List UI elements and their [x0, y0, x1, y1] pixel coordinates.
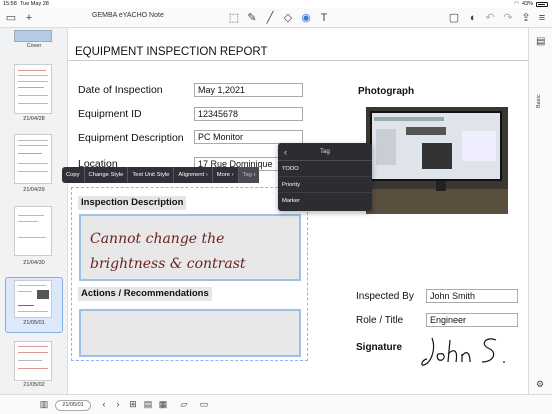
- status-bar: 15:58 Tue May 28 ◠ 43%: [0, 0, 552, 8]
- more-icon[interactable]: ≡: [534, 10, 550, 26]
- share-icon[interactable]: ⇪: [518, 10, 534, 26]
- shape-icon[interactable]: ▢: [446, 10, 462, 26]
- page-label: 21/04/28: [23, 116, 45, 122]
- battery-icon: [536, 1, 548, 7]
- alignment-button[interactable]: Alignment ›: [174, 167, 213, 183]
- panel-toggle-icon[interactable]: ▤: [536, 36, 545, 47]
- field-label-description: Equipment Description: [78, 132, 184, 144]
- signature-drawing: [421, 337, 505, 366]
- mic-icon[interactable]: ◖: [464, 10, 480, 26]
- tag-popup-header: ‹ Tag: [278, 143, 372, 161]
- actions-recommendations-header: Actions / Recommendations: [78, 287, 212, 301]
- redo-icon[interactable]: ↷: [500, 10, 516, 26]
- tag-option-priority[interactable]: Priority: [278, 177, 372, 193]
- tag-popup: ‹ Tag TODO Priority Marker: [278, 143, 372, 211]
- more-button[interactable]: More ›: [213, 167, 239, 183]
- battery-percent: 43%: [521, 1, 533, 7]
- wifi-icon: ◠: [514, 1, 519, 7]
- tag-popup-title: Tag: [320, 149, 330, 155]
- eraser-shape-icon[interactable]: ⏥: [178, 399, 190, 410]
- back-chevron-icon[interactable]: ‹: [284, 143, 287, 161]
- page-label: Cover: [26, 43, 42, 49]
- app-title: GEMBA eYACHO Note: [92, 12, 164, 19]
- handwriting-line: brightness & contrast: [90, 256, 246, 272]
- eraser-icon[interactable]: ◇: [280, 10, 296, 26]
- tag-label: Tag: [242, 172, 252, 178]
- inspection-description-header: Inspection Description: [78, 196, 187, 210]
- stamp-icon[interactable]: ◉: [298, 10, 314, 26]
- field-label-date: Date of Inspection: [78, 84, 163, 96]
- photograph-label: Photograph: [358, 86, 415, 97]
- tag-option-marker[interactable]: Marker: [278, 193, 372, 209]
- context-menu-bar: Copy Change Style Text Unit Style Alignm…: [62, 167, 260, 183]
- equipment-description-field[interactable]: PC Monitor: [194, 130, 303, 144]
- actions-recommendations-box[interactable]: [79, 309, 301, 357]
- grid-view-icon[interactable]: ▦: [157, 399, 169, 410]
- add-page-icon[interactable]: ⊞: [127, 399, 139, 410]
- text-unit-style-button[interactable]: Text Unit Style: [128, 167, 175, 183]
- alignment-label: Alignment: [178, 172, 205, 178]
- previous-page-icon[interactable]: ‹: [98, 399, 110, 409]
- date-field[interactable]: May 1,2021: [194, 83, 303, 97]
- field-label-equipment-id: Equipment ID: [78, 108, 142, 120]
- status-right: ◠ 43%: [514, 0, 548, 8]
- page-label: 21/04/29: [23, 187, 45, 193]
- page-list-icon[interactable]: ▤: [142, 399, 154, 410]
- page-thumb[interactable]: [14, 64, 52, 114]
- tag-button[interactable]: Tag ›: [238, 167, 260, 183]
- inspected-by-field[interactable]: John Smith: [426, 289, 518, 303]
- right-panel-rail: ▤ Basic ⚙: [528, 28, 552, 394]
- top-toolbar: ▭ + GEMBA eYACHO Note ⬚ ✎ ╱ ◇ ◉ T ▢ ◖ ↶ …: [0, 8, 552, 28]
- inspected-by-label: Inspected By: [356, 291, 414, 302]
- bottom-bar: ▥ 21/05/01 ‹ › ⊞ ▤ ▦ ⏥ ▭: [0, 394, 552, 414]
- role-title-field[interactable]: Engineer: [426, 313, 518, 327]
- page-label: 21/05/01: [23, 320, 45, 326]
- undo-icon[interactable]: ↶: [482, 10, 498, 26]
- text-icon[interactable]: T: [316, 10, 332, 26]
- page-thumb[interactable]: [14, 206, 52, 256]
- signature-image[interactable]: [418, 332, 518, 372]
- page-thumb-cover[interactable]: [14, 30, 52, 42]
- document-title: EQUIPMENT INSPECTION REPORT: [75, 46, 268, 58]
- equipment-photo[interactable]: [366, 107, 508, 214]
- title-divider: [68, 60, 528, 61]
- basic-tab[interactable]: Basic: [536, 95, 542, 108]
- page-label: 21/05/02: [23, 382, 45, 388]
- status-date: Tue May 28: [20, 1, 49, 7]
- role-title-label: Role / Title: [356, 315, 404, 326]
- page-thumb-selected[interactable]: [14, 280, 52, 318]
- tag-option-todo[interactable]: TODO: [278, 161, 372, 177]
- change-style-button[interactable]: Change Style: [85, 167, 129, 183]
- status-time: 15:58: [3, 1, 17, 7]
- equipment-id-field[interactable]: 12345678: [194, 107, 303, 121]
- page-thumb[interactable]: [14, 341, 52, 381]
- handwriting-line: Cannot change the: [90, 231, 225, 247]
- pen-icon[interactable]: ✎: [244, 10, 260, 26]
- next-page-icon[interactable]: ›: [112, 399, 124, 409]
- document-page[interactable]: EQUIPMENT INSPECTION REPORT Date of Insp…: [68, 28, 528, 394]
- page-sidebar: Cover 21/04/28 21/04/29 21/04/30 21/05/0…: [0, 28, 68, 394]
- inspection-description-box[interactable]: Cannot change the brightness & contrast: [79, 214, 301, 281]
- frame-icon[interactable]: ▭: [198, 399, 210, 410]
- signature-label: Signature: [356, 342, 403, 353]
- settings-icon[interactable]: ⚙: [536, 379, 544, 390]
- marker-icon[interactable]: ╱: [262, 10, 278, 26]
- page-thumb[interactable]: [14, 134, 52, 184]
- book-icon[interactable]: ▥: [38, 399, 50, 410]
- plus-icon[interactable]: +: [21, 10, 37, 26]
- copy-button[interactable]: Copy: [62, 167, 85, 183]
- page-selector[interactable]: 21/05/01: [55, 400, 91, 411]
- lasso-icon[interactable]: ⬚: [226, 10, 242, 26]
- folder-icon[interactable]: ▭: [3, 10, 19, 26]
- more-label: More: [216, 172, 230, 178]
- page-label: 21/04/30: [23, 260, 45, 266]
